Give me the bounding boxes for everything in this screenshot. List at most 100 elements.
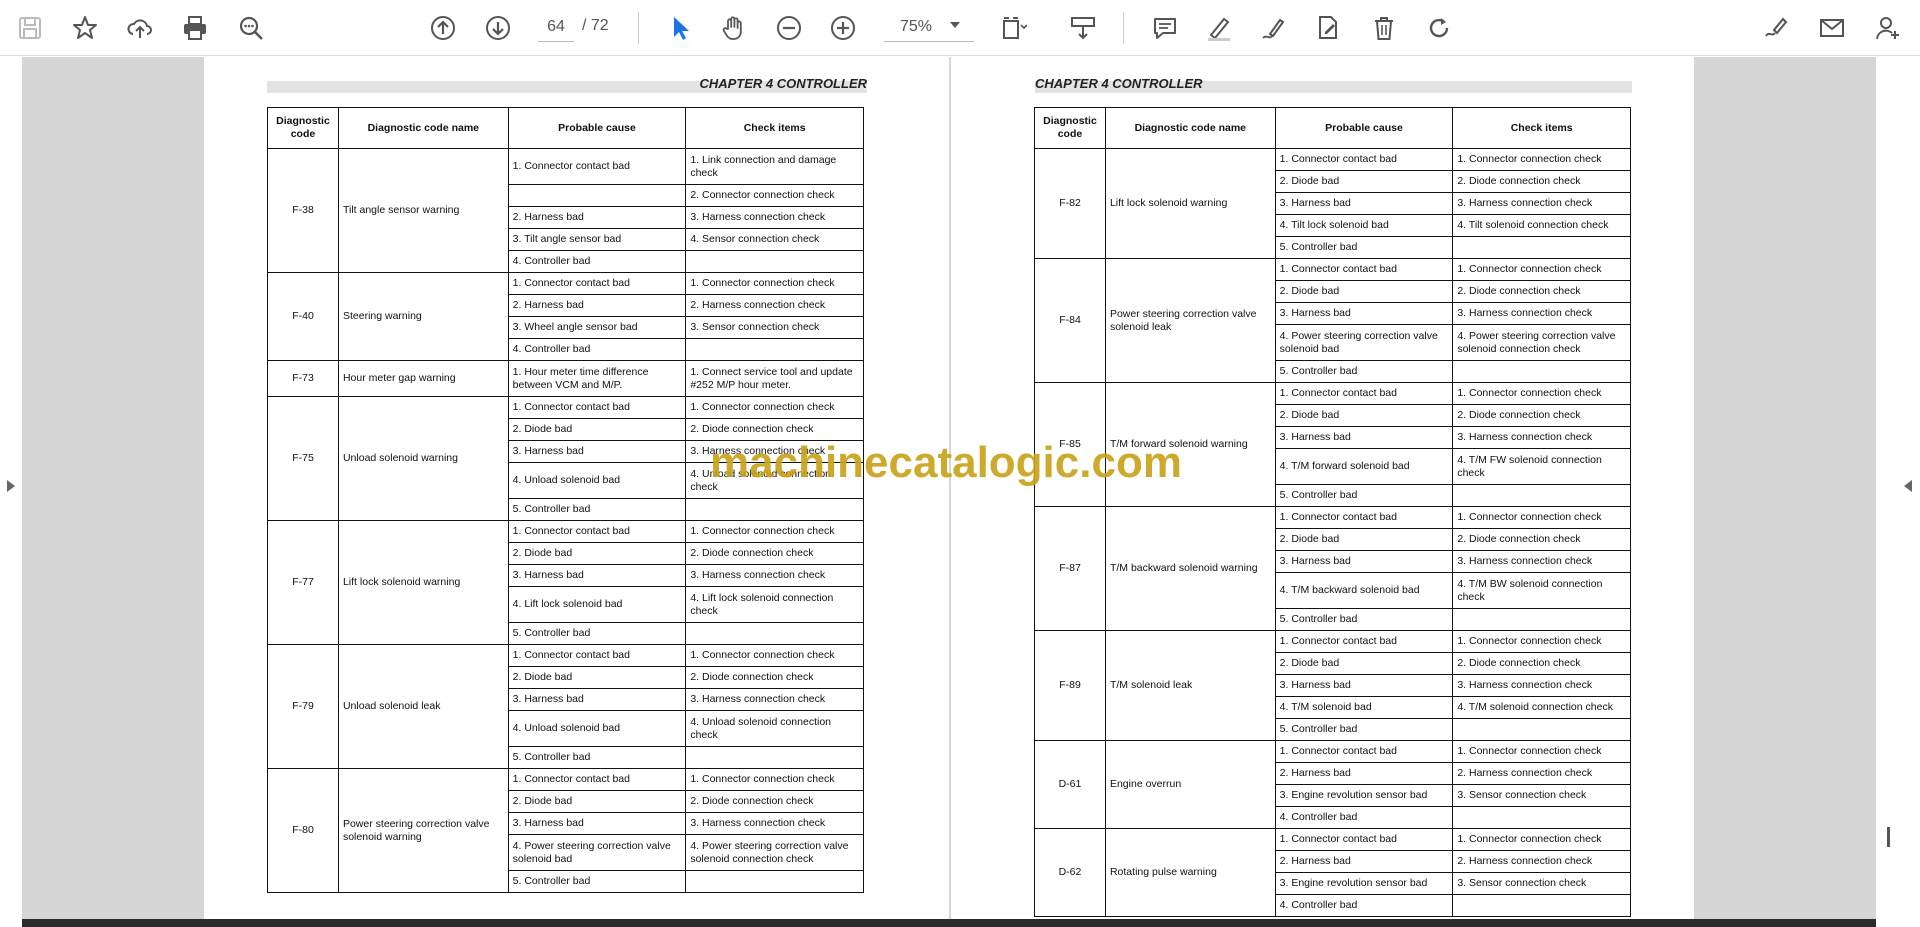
left-panel-toggle[interactable] <box>0 57 22 927</box>
probable-cause: 3. Harness bad <box>507 440 687 463</box>
check-item: 4. Unload solenoid connection check <box>685 462 864 499</box>
select-cursor-icon[interactable] <box>662 10 698 46</box>
document-page-right: CHAPTER 4 CONTROLLER Diagnostic code Diag… <box>951 57 1694 919</box>
edit-document-icon[interactable] <box>1310 10 1346 46</box>
check-item: 3. Harness connection check <box>685 564 864 587</box>
chevron-down-icon[interactable] <box>950 22 960 28</box>
cloud-upload-icon[interactable] <box>122 10 158 46</box>
probable-cause: 5. Controller bad <box>507 622 687 645</box>
diagnostic-code: F-38 <box>267 148 339 273</box>
probable-cause: 2. Harness bad <box>507 206 687 229</box>
next-page-icon[interactable] <box>480 10 516 46</box>
comment-icon[interactable] <box>1147 10 1183 46</box>
probable-cause: 1. Connector contact bad <box>1274 630 1454 653</box>
check-item: 1. Connector connection check <box>685 396 864 419</box>
check-item <box>1452 894 1631 917</box>
star-icon[interactable] <box>67 10 103 46</box>
zoom-dropdown[interactable]: 75% <box>884 12 974 42</box>
probable-cause: 5. Controller bad <box>1274 360 1454 383</box>
diagnostic-code-name: Tilt angle sensor warning <box>337 148 509 273</box>
check-item: 1. Link connection and damage check <box>685 148 864 185</box>
column-header: Diagnostic code name <box>1104 107 1276 149</box>
zoom-in-icon[interactable] <box>825 10 861 46</box>
check-item: 3. Harness connection check <box>1452 550 1631 573</box>
check-item <box>1452 718 1631 741</box>
diagnostic-code-name: Engine overrun <box>1104 740 1276 829</box>
table-row: F-82 Lift lock solenoid warning 1. Connect… <box>1034 148 1631 259</box>
viewer-bottom-edge <box>22 919 1876 927</box>
probable-cause: 1. Connector contact bad <box>507 272 687 295</box>
probable-cause: 3. Harness bad <box>1274 426 1454 449</box>
mail-icon[interactable] <box>1814 10 1850 46</box>
check-item: 1. Connector connection check <box>1452 148 1631 171</box>
diagnostic-code-name: Steering warning <box>337 272 509 361</box>
probable-cause: 1. Connector contact bad <box>507 768 687 791</box>
trash-icon[interactable] <box>1366 10 1402 46</box>
probable-cause: 2. Diode bad <box>507 790 687 813</box>
check-item: 2. Diode connection check <box>685 790 864 813</box>
zoom-out-icon[interactable] <box>771 10 807 46</box>
diagnostic-table: Diagnostic code Diagnostic code name Proba… <box>267 107 864 893</box>
column-header: Check items <box>685 107 864 149</box>
hand-tool-icon[interactable] <box>716 10 752 46</box>
document-viewer[interactable]: CHAPTER 4 CONTROLLER Diagnostic code Diag… <box>0 57 1920 927</box>
page-fit-icon[interactable] <box>995 10 1031 46</box>
table-row: F-87 T/M backward solenoid warning 1. Conn… <box>1034 506 1631 631</box>
print-icon[interactable] <box>177 10 213 46</box>
scroll-mode-icon[interactable] <box>1065 10 1101 46</box>
probable-cause: 1. Connector contact bad <box>1274 258 1454 281</box>
table-row: F-84 Power steering correction valve sole… <box>1034 258 1631 383</box>
scrollbar-thumb[interactable] <box>1887 827 1890 847</box>
diagnostic-code: F-80 <box>267 768 339 893</box>
probable-cause: 1. Connector contact bad <box>1274 506 1454 529</box>
check-item <box>685 498 864 521</box>
save-icon[interactable] <box>12 10 48 46</box>
check-item: 4. T/M solenoid connection check <box>1452 696 1631 719</box>
add-user-icon[interactable] <box>1870 10 1906 46</box>
diagnostic-code-name: T/M forward solenoid warning <box>1104 382 1276 507</box>
probable-cause: 2. Diode bad <box>1274 170 1454 193</box>
chevron-right-icon[interactable] <box>6 479 16 493</box>
probable-cause: 4. T/M forward solenoid bad <box>1274 448 1454 485</box>
probable-cause: 4. Power steering correction valve solen… <box>1274 324 1454 361</box>
probable-cause: 5. Controller bad <box>507 498 687 521</box>
redo-icon[interactable] <box>1421 10 1457 46</box>
check-item: 3. Harness connection check <box>1452 302 1631 325</box>
probable-cause: 5. Controller bad <box>1274 236 1454 259</box>
zoom-search-icon[interactable] <box>233 10 269 46</box>
diagnostic-code-name: Lift lock solenoid warning <box>337 520 509 645</box>
draw-pen-icon[interactable] <box>1256 10 1292 46</box>
probable-cause: 2. Harness bad <box>1274 762 1454 785</box>
fill-sign-icon[interactable] <box>1758 10 1794 46</box>
check-item: 1. Connect service tool and update #252 … <box>685 360 864 397</box>
diagnostic-code-name: Rotating pulse warning <box>1104 828 1276 917</box>
diagnostic-code-name: T/M backward solenoid warning <box>1104 506 1276 631</box>
check-item: 2. Diode connection check <box>1452 280 1631 303</box>
probable-cause: 4. T/M backward solenoid bad <box>1274 572 1454 609</box>
diagnostic-table: Diagnostic code Diagnostic code name Proba… <box>1034 107 1631 917</box>
diagnostic-code-name: Unload solenoid leak <box>337 644 509 769</box>
chapter-title: CHAPTER 4 CONTROLLER <box>1035 76 1203 91</box>
diagnostic-code: F-85 <box>1034 382 1106 507</box>
chapter-header-bar: CHAPTER 4 CONTROLLER <box>267 76 867 93</box>
probable-cause: 3. Tilt angle sensor bad <box>507 228 687 251</box>
previous-page-icon[interactable] <box>425 10 461 46</box>
column-header: Probable cause <box>1274 107 1454 149</box>
probable-cause: 4. Controller bad <box>507 338 687 361</box>
probable-cause: 5. Controller bad <box>1274 718 1454 741</box>
chapter-title: CHAPTER 4 CONTROLLER <box>699 76 867 91</box>
check-item: 3. Harness connection check <box>685 206 864 229</box>
diagnostic-code-name: Power steering correction valve solenoid… <box>337 768 509 893</box>
probable-cause: 2. Diode bad <box>507 542 687 565</box>
check-item: 1. Connector connection check <box>1452 382 1631 405</box>
probable-cause: 4. Tilt lock solenoid bad <box>1274 214 1454 237</box>
chevron-left-icon[interactable] <box>1903 479 1913 493</box>
column-header: Diagnostic code name <box>337 107 509 149</box>
page-number-input[interactable] <box>538 12 574 42</box>
check-item: 2. Diode connection check <box>685 666 864 689</box>
right-panel-toggle[interactable] <box>1876 57 1920 927</box>
highlight-pen-icon[interactable] <box>1201 10 1237 46</box>
table-row: F-77 Lift lock solenoid warning 1. Connect… <box>267 520 864 645</box>
probable-cause: 4. Lift lock solenoid bad <box>507 586 687 623</box>
check-item: 4. Unload solenoid connection check <box>685 710 864 747</box>
